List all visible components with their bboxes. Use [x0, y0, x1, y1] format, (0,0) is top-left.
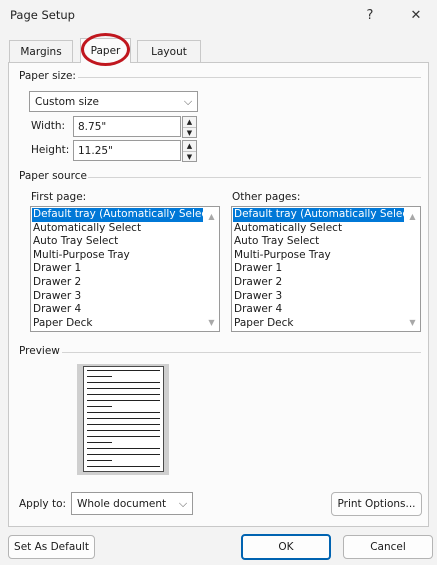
paper-source-label: Paper source: [19, 170, 87, 182]
list-item[interactable]: Drawer 1: [233, 262, 404, 276]
tab-paper[interactable]: Paper: [80, 38, 131, 63]
cancel-label: Cancel: [370, 541, 406, 553]
list-item[interactable]: Drawer 1: [32, 262, 203, 276]
set-as-default-label: Set As Default: [14, 541, 89, 553]
list-item[interactable]: Multi-Purpose Tray: [32, 249, 203, 263]
scrollbar[interactable]: ▲ ▼: [405, 207, 420, 331]
help-icon: ?: [366, 7, 374, 23]
width-input[interactable]: 8.75": [73, 116, 181, 137]
list-item[interactable]: Drawer 4: [32, 303, 203, 317]
chevron-down-icon[interactable]: ⌵: [174, 493, 192, 514]
scroll-up-icon[interactable]: ▲: [204, 209, 219, 223]
width-value: 8.75": [78, 120, 107, 133]
ok-button[interactable]: OK: [241, 534, 331, 560]
first-page-label: First page:: [31, 191, 87, 203]
list-item[interactable]: Automatically Select: [32, 222, 203, 236]
list-item[interactable]: Auto Tray Select: [233, 235, 404, 249]
ok-label: OK: [278, 541, 294, 553]
scroll-down-icon[interactable]: ▼: [204, 315, 219, 329]
list-item[interactable]: Drawer 2: [233, 276, 404, 290]
spin-up-icon[interactable]: ▲: [183, 141, 196, 151]
list-item[interactable]: Default tray (Automatically Select): [32, 208, 215, 222]
tab-layout[interactable]: Layout: [137, 40, 201, 62]
chevron-down-icon[interactable]: ⌵: [179, 92, 197, 111]
apply-to-select[interactable]: Whole document ⌵: [71, 492, 193, 515]
tab-layout-label: Layout: [151, 45, 187, 58]
scroll-down-icon[interactable]: ▼: [405, 315, 420, 329]
preview-divider: [62, 352, 421, 353]
tab-paper-label: Paper: [90, 45, 121, 57]
print-options-label: Print Options...: [337, 498, 416, 510]
first-page-listbox[interactable]: Default tray (Automatically Select) Auto…: [30, 206, 220, 332]
spin-down-icon[interactable]: ▼: [183, 127, 196, 137]
list-item[interactable]: Drawer 2: [32, 276, 203, 290]
list-item[interactable]: Multi-Purpose Tray: [233, 249, 404, 263]
tab-margins[interactable]: Margins: [9, 40, 73, 62]
list-item[interactable]: Drawer 3: [32, 290, 203, 304]
paper-source-divider: [88, 177, 421, 178]
height-label: Height:: [31, 144, 70, 156]
spin-down-icon[interactable]: ▼: [183, 151, 196, 161]
spin-up-icon[interactable]: ▲: [183, 117, 196, 127]
list-item[interactable]: Paper Deck: [233, 317, 404, 331]
print-options-button[interactable]: Print Options...: [331, 492, 422, 516]
list-item[interactable]: Automatically Select: [233, 222, 404, 236]
list-item[interactable]: Paper Deck: [32, 317, 203, 331]
apply-to-value: Whole document: [77, 497, 167, 510]
paper-size-value: Custom size: [35, 95, 99, 108]
paper-size-divider: [78, 77, 421, 78]
list-item[interactable]: Default tray (Automatically Select): [233, 208, 416, 222]
scrollbar[interactable]: ▲ ▼: [204, 207, 219, 331]
paper-size-label: Paper size:: [19, 70, 76, 82]
preview-lines-graphic: [87, 370, 160, 467]
list-item[interactable]: Drawer 3: [233, 290, 404, 304]
title-bar: Page Setup ? ✕: [0, 0, 437, 30]
scroll-up-icon[interactable]: ▲: [405, 209, 420, 223]
height-value: 11.25": [78, 144, 113, 157]
close-icon: ✕: [410, 7, 422, 23]
list-item[interactable]: Drawer 4: [233, 303, 404, 317]
list-item[interactable]: Auto Tray Select: [32, 235, 203, 249]
height-input[interactable]: 11.25": [73, 140, 181, 161]
preview-page: [83, 366, 164, 472]
paper-size-select[interactable]: Custom size ⌵: [29, 91, 198, 112]
other-pages-label: Other pages:: [232, 191, 301, 203]
width-label: Width:: [31, 120, 66, 132]
help-button[interactable]: ?: [350, 2, 390, 28]
width-stepper[interactable]: ▲ ▼: [182, 116, 197, 138]
preview-label: Preview: [19, 345, 60, 357]
cancel-button[interactable]: Cancel: [343, 535, 433, 559]
window-title: Page Setup: [10, 8, 75, 22]
other-pages-listbox[interactable]: Default tray (Automatically Select) Auto…: [231, 206, 421, 332]
set-as-default-button[interactable]: Set As Default: [8, 535, 95, 559]
tab-margins-label: Margins: [20, 45, 62, 58]
close-button[interactable]: ✕: [396, 2, 436, 28]
apply-to-label: Apply to:: [19, 498, 67, 510]
height-stepper[interactable]: ▲ ▼: [182, 140, 197, 162]
